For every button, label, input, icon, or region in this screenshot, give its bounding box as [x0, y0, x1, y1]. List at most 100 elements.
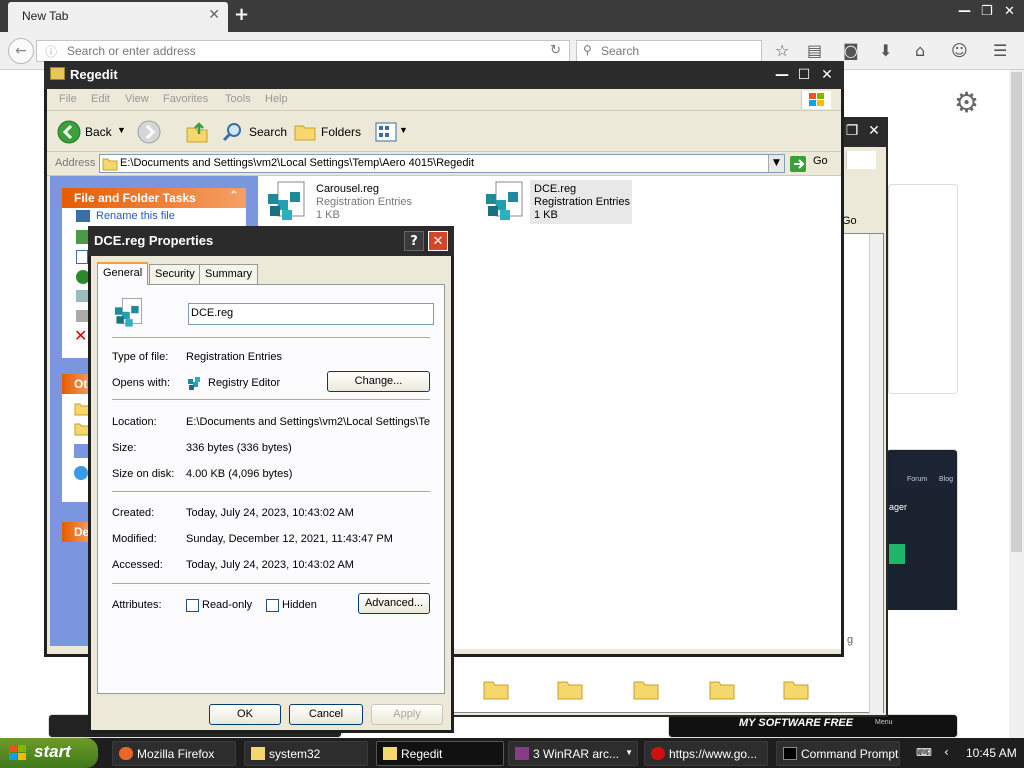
go-arrow-icon[interactable] — [789, 155, 807, 173]
back-arrow-icon[interactable] — [57, 120, 81, 144]
copy-icon — [76, 250, 88, 264]
taskbar-item-winrar[interactable]: 3 WinRAR arc... ▼ — [508, 741, 638, 766]
properties-dialog[interactable]: DCE.reg Properties ? ✕ General Security … — [88, 226, 454, 733]
restore-icon[interactable]: ❐ — [981, 4, 993, 19]
menu-hamburger-icon[interactable]: ☰ — [993, 41, 1007, 60]
cancel-button[interactable]: Cancel — [289, 704, 363, 725]
taskbar-item-cmd[interactable]: Command Prompt — [776, 741, 900, 766]
created-value: Today, July 24, 2023, 10:43:02 AM — [186, 507, 354, 519]
views-dropdown-icon[interactable]: ▼ — [399, 125, 408, 135]
advanced-button[interactable]: Advanced... — [358, 593, 430, 614]
read-only-label[interactable]: Read-only — [202, 599, 252, 611]
tab-summary[interactable]: Summary — [199, 264, 259, 284]
collapse-chevron-icon[interactable]: ⌃ — [230, 190, 238, 201]
new-tab-button[interactable]: + — [234, 4, 249, 25]
file-item-dce[interactable]: DCE.reg Registration Entries 1 KB — [482, 180, 632, 224]
folder-icon[interactable] — [483, 678, 509, 700]
url-bar[interactable]: ⓘ Search or enter address ↻ — [36, 40, 570, 62]
taskbar-item-system32[interactable]: system32 — [244, 741, 368, 766]
home-icon[interactable]: ⌂ — [915, 41, 925, 60]
close-window-icon[interactable]: ✕ — [1004, 4, 1015, 19]
menu-view[interactable]: View — [125, 93, 149, 105]
taskbar-item-firefox[interactable]: Mozilla Firefox — [112, 741, 236, 766]
close-tab-icon[interactable]: ✕ — [208, 7, 220, 23]
top-site-tile[interactable] — [888, 184, 958, 394]
menu-file[interactable]: File — [59, 93, 77, 105]
minimize-icon[interactable]: — — [772, 65, 792, 85]
search-icon[interactable] — [221, 120, 245, 144]
back-go-label[interactable]: Go — [842, 215, 857, 227]
go-button[interactable]: Go — [813, 155, 828, 167]
windows-logo-icon — [801, 91, 831, 109]
menu-tools[interactable]: Tools — [225, 93, 251, 105]
taskbar-item-regedit[interactable]: Regedit — [376, 741, 504, 766]
bookmarks-list-icon[interactable]: ▤ — [807, 41, 822, 60]
file-folder-tasks-header[interactable]: File and Folder Tasks ⌃ — [62, 188, 246, 208]
minimize-icon[interactable]: — — [958, 4, 971, 19]
change-button[interactable]: Change... — [327, 371, 430, 392]
reload-icon[interactable]: ↻ — [550, 43, 561, 58]
close-icon[interactable]: ✕ — [817, 65, 837, 85]
tab-new-tab[interactable]: New Tab ✕ — [8, 2, 228, 32]
tab-general[interactable]: General — [97, 262, 149, 285]
file-name-field[interactable]: DCE.reg — [188, 303, 434, 325]
ok-button[interactable]: OK — [209, 704, 281, 725]
hidden-checkbox[interactable] — [266, 599, 279, 612]
back-dropdown-icon[interactable]: ▼ — [117, 125, 126, 135]
back-scrollbar[interactable] — [869, 234, 883, 714]
top-site-tile-dark[interactable]: Forum Blog ager — [886, 449, 959, 660]
close-icon[interactable]: ✕ — [864, 121, 884, 141]
address-dropdown-icon[interactable]: ▼ — [768, 155, 784, 172]
up-folder-icon[interactable] — [185, 120, 209, 144]
close-icon[interactable]: ✕ — [428, 231, 448, 251]
green-button — [889, 544, 905, 564]
apply-button[interactable]: Apply — [371, 704, 443, 725]
back-button-label[interactable]: Back — [85, 125, 112, 139]
pocket-icon[interactable]: ◙ — [843, 41, 859, 60]
read-only-checkbox[interactable] — [186, 599, 199, 612]
folders-button-label[interactable]: Folders — [321, 125, 361, 139]
keyboard-icon[interactable]: ⌨ — [916, 746, 932, 759]
maximize-icon[interactable]: ☐ — [794, 65, 814, 85]
folder-icon[interactable] — [633, 678, 659, 700]
rename-task-link[interactable]: Rename this file — [96, 210, 175, 222]
opens-with-label: Opens with: — [112, 377, 171, 389]
modified-label: Modified: — [112, 533, 157, 545]
command-prompt-icon — [783, 747, 797, 760]
winrar-icon — [515, 747, 529, 760]
forward-arrow-icon[interactable] — [137, 120, 161, 144]
tray-expand-icon[interactable]: ‹ — [944, 745, 949, 759]
folders-icon[interactable] — [293, 120, 317, 144]
file-name: DCE.reg — [534, 183, 577, 195]
search-bar[interactable]: ⚲ Search — [576, 40, 762, 62]
menu-bar: File Edit View Favorites Tools Help — [47, 89, 841, 111]
download-icon[interactable]: ⬇ — [879, 41, 892, 60]
search-button-label[interactable]: Search — [249, 125, 287, 139]
site-tile-banner[interactable]: MY SOFTWARE FREE Menu — [668, 714, 958, 738]
help-icon[interactable]: ? — [404, 231, 424, 251]
tab-security[interactable]: Security — [149, 264, 201, 284]
page-scrollbar[interactable] — [1009, 70, 1024, 738]
hidden-label[interactable]: Hidden — [282, 599, 317, 611]
restore-icon[interactable]: ❐ — [842, 121, 862, 141]
scrollbar-thumb[interactable] — [1011, 72, 1022, 552]
address-field[interactable]: E:\Documents and Settings\vm2\Local Sett… — [99, 154, 785, 173]
menu-edit[interactable]: Edit — [91, 93, 110, 105]
group-dropdown-icon[interactable]: ▼ — [625, 748, 633, 757]
start-button[interactable]: start — [0, 738, 98, 768]
explorer-titlebar[interactable]: Regedit — ☐ ✕ — [44, 61, 844, 89]
taskbar-item-opera[interactable]: https://www.go... — [644, 741, 768, 766]
smiley-icon[interactable]: ☺ — [951, 41, 968, 60]
menu-help[interactable]: Help — [265, 93, 288, 105]
bookmark-star-icon[interactable]: ☆ — [775, 41, 789, 60]
dialog-titlebar[interactable]: DCE.reg Properties ? ✕ — [88, 226, 454, 256]
folder-icon[interactable] — [557, 678, 583, 700]
search-icon: ⚲ — [583, 43, 592, 57]
back-arrow-icon[interactable]: ← — [8, 38, 34, 64]
folder-icon[interactable] — [783, 678, 809, 700]
file-item-carousel[interactable]: Carousel.reg Registration Entries 1 KB — [264, 180, 454, 226]
folder-icon[interactable] — [709, 678, 735, 700]
views-icon[interactable] — [375, 122, 397, 142]
settings-gear-icon[interactable]: ⚙ — [954, 86, 979, 119]
menu-favorites[interactable]: Favorites — [163, 93, 208, 105]
